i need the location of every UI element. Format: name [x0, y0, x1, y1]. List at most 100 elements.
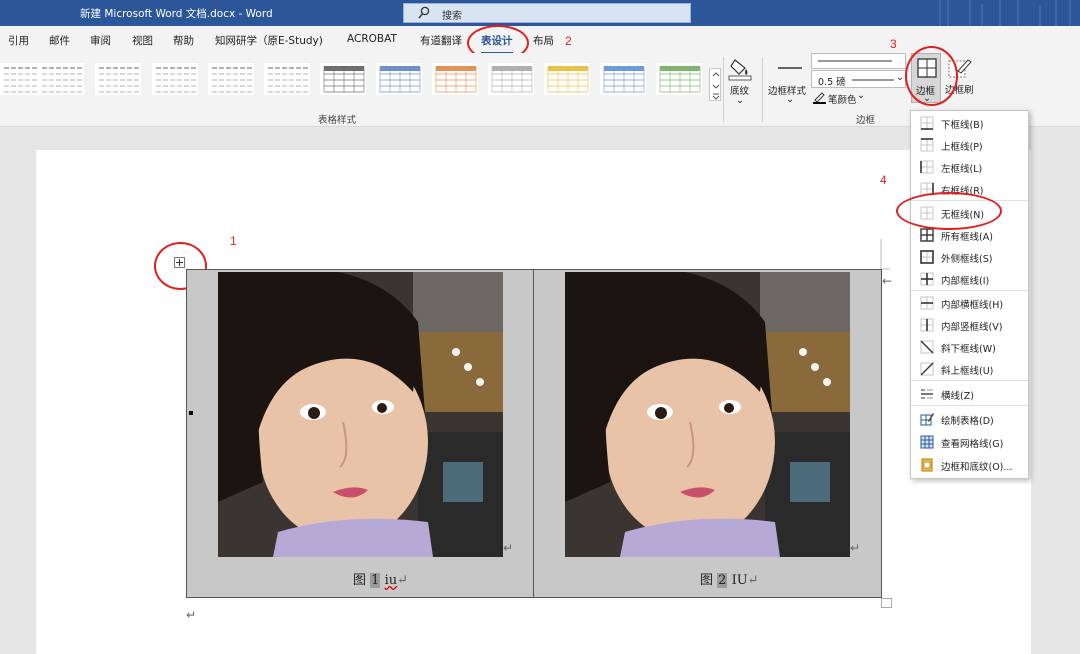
pen-color-button[interactable]: 笔颜色 ⌄: [813, 90, 873, 106]
menu-item-diagonal-up-border[interactable]: 斜上框线(U): [911, 358, 1028, 380]
table-style-thumb[interactable]: [656, 63, 702, 95]
caption-1[interactable]: 图 1 iu↵: [353, 569, 408, 588]
search-box[interactable]: 搜索: [403, 3, 691, 23]
inside-vertical-border-icon: [920, 318, 934, 332]
table-style-preview-icon: [212, 67, 252, 93]
menu-item-label: 绘制表格(D): [941, 416, 994, 427]
caption-prefix: 图: [700, 573, 714, 588]
menu-item-all-borders[interactable]: 所有框线(A): [911, 224, 1028, 246]
portrait-photo-1[interactable]: [218, 272, 503, 557]
tab-view[interactable]: 视图: [132, 33, 153, 48]
table-resize-handle[interactable]: [881, 598, 892, 608]
menu-divider: [911, 290, 1028, 291]
portrait-photo-2[interactable]: [565, 272, 850, 557]
tab-layout[interactable]: 布局: [533, 33, 554, 48]
borders-dropdown-menu: 下框线(B) 上框线(P) 左框线(L) 右框线(R) 无框线(N) 所有框线(A) 外侧框…: [910, 110, 1029, 479]
paint-bucket-icon: [728, 59, 752, 81]
table-style-preview-icon: [42, 67, 82, 93]
view-gridlines-icon: [920, 435, 934, 449]
menu-item-label: 所有框线(A): [941, 232, 993, 243]
menu-item-diagonal-down-border[interactable]: 斜下框线(W): [911, 336, 1028, 358]
border-painter-label: 边框刷: [945, 85, 974, 96]
menu-item-borders-and-shading[interactable]: 边框和底纹(O)...: [911, 454, 1028, 476]
table-style-thumb[interactable]: [152, 63, 198, 95]
menu-item-left-border[interactable]: 左框线(L): [911, 156, 1028, 178]
ribbon-tab-row: 引用 邮件 审阅 视图 帮助 知网研学（原E-Study) ACROBAT 有道…: [0, 26, 1080, 54]
table-style-preview-icon: [435, 66, 477, 93]
gallery-scroll[interactable]: [709, 68, 721, 101]
chevron-down-icon: ⌄: [857, 90, 865, 101]
menu-item-horizontal-line[interactable]: 横线(Z): [911, 383, 1028, 405]
menu-item-inside-horizontal-border[interactable]: 内部横框线(H): [911, 292, 1028, 314]
tab-youdao[interactable]: 有道翻译: [420, 33, 462, 48]
menu-divider: [911, 380, 1028, 381]
menu-item-bottom-border[interactable]: 下框线(B): [911, 112, 1028, 134]
menu-item-label: 无框线(N): [941, 210, 985, 221]
line-weight-preview-icon: [852, 79, 894, 81]
border-style-icon: [778, 67, 802, 69]
search-icon: [418, 6, 430, 19]
border-painter-icon: [948, 59, 972, 78]
tab-references[interactable]: 引用: [8, 33, 29, 48]
menu-item-draw-table[interactable]: 绘制表格(D): [911, 408, 1028, 430]
line-style-dropdown[interactable]: [811, 53, 906, 69]
table-style-preview-icon: [99, 67, 139, 93]
portrait-image-2: [565, 272, 850, 557]
table-style-preview-icon: [659, 66, 701, 93]
menu-item-right-border[interactable]: 右框线(R): [911, 178, 1028, 200]
chevron-down-icon: ⌄: [786, 94, 794, 105]
menu-item-label: 左框线(L): [941, 164, 983, 175]
menu-item-inside-vertical-border[interactable]: 内部竖框线(V): [911, 314, 1028, 336]
bottom-border-icon: [920, 116, 934, 130]
menu-item-label: 右框线(R): [941, 186, 984, 197]
menu-item-outside-borders[interactable]: 外侧框线(S): [911, 246, 1028, 268]
diagonal-down-border-icon: [920, 340, 934, 354]
table-style-thumb[interactable]: [488, 63, 534, 95]
shading-button[interactable]: 底纹 ⌄: [727, 55, 753, 106]
pen-color-label: 笔颜色: [828, 95, 857, 106]
gallery-arrows-icon: [712, 72, 720, 100]
table-style-thumb[interactable]: [600, 63, 646, 95]
tab-table-design[interactable]: 表设计: [481, 33, 513, 54]
table-style-preview-icon: [323, 66, 365, 93]
tab-acrobat[interactable]: ACROBAT: [347, 33, 397, 45]
row-selection-marker: [189, 411, 193, 415]
no-border-icon: [920, 206, 934, 220]
borders-button[interactable]: 边框 ⌄: [911, 53, 941, 104]
top-border-icon: [920, 138, 934, 152]
border-styles-button[interactable]: 边框样式 ⌄: [768, 55, 812, 105]
tab-mailings[interactable]: 邮件: [49, 33, 70, 48]
table-style-thumb[interactable]: [544, 63, 590, 95]
menu-item-label: 斜上框线(U): [941, 366, 994, 377]
menu-item-label: 内部框线(I): [941, 276, 990, 287]
table-style-thumb[interactable]: [264, 63, 310, 95]
tab-cnki[interactable]: 知网研学（原E-Study): [215, 33, 323, 48]
table-style-thumb[interactable]: [95, 63, 141, 95]
menu-item-label: 上框线(P): [941, 142, 983, 153]
table-style-thumb[interactable]: [432, 63, 478, 95]
paragraph-mark: ↵: [747, 573, 759, 588]
table-move-handle-icon[interactable]: [174, 257, 185, 268]
line-weight-dropdown[interactable]: 0.5 磅 ⌄: [811, 70, 906, 88]
table-style-thumb[interactable]: [208, 63, 254, 95]
title-bar: 新建 Microsoft Word 文档.docx - Word 搜索: [0, 0, 1080, 26]
table-style-thumb[interactable]: [376, 63, 422, 95]
border-painter-button[interactable]: 边框刷: [944, 55, 976, 105]
group-label-borders: 边框: [856, 115, 876, 126]
caption-number: 1: [370, 573, 381, 588]
table-style-preview-icon: [491, 66, 533, 93]
menu-item-top-border[interactable]: 上框线(P): [911, 134, 1028, 156]
menu-item-view-gridlines[interactable]: 查看网格线(G): [911, 431, 1028, 453]
table-style-thumb[interactable]: [320, 63, 366, 95]
caption-2[interactable]: 图 2 IU↵: [700, 569, 759, 588]
tab-help[interactable]: 帮助: [173, 33, 194, 48]
caption-prefix: 图: [353, 573, 367, 588]
paragraph-mark: ↵: [503, 541, 514, 555]
menu-item-no-border[interactable]: 无框线(N): [911, 202, 1028, 224]
draw-table-icon: [920, 413, 934, 426]
table-style-thumb[interactable]: [38, 63, 84, 95]
all-borders-icon: [920, 228, 934, 242]
menu-item-inside-borders[interactable]: 内部框线(I): [911, 268, 1028, 290]
table-style-preview-icon: [156, 67, 196, 93]
tab-review[interactable]: 审阅: [90, 33, 111, 48]
